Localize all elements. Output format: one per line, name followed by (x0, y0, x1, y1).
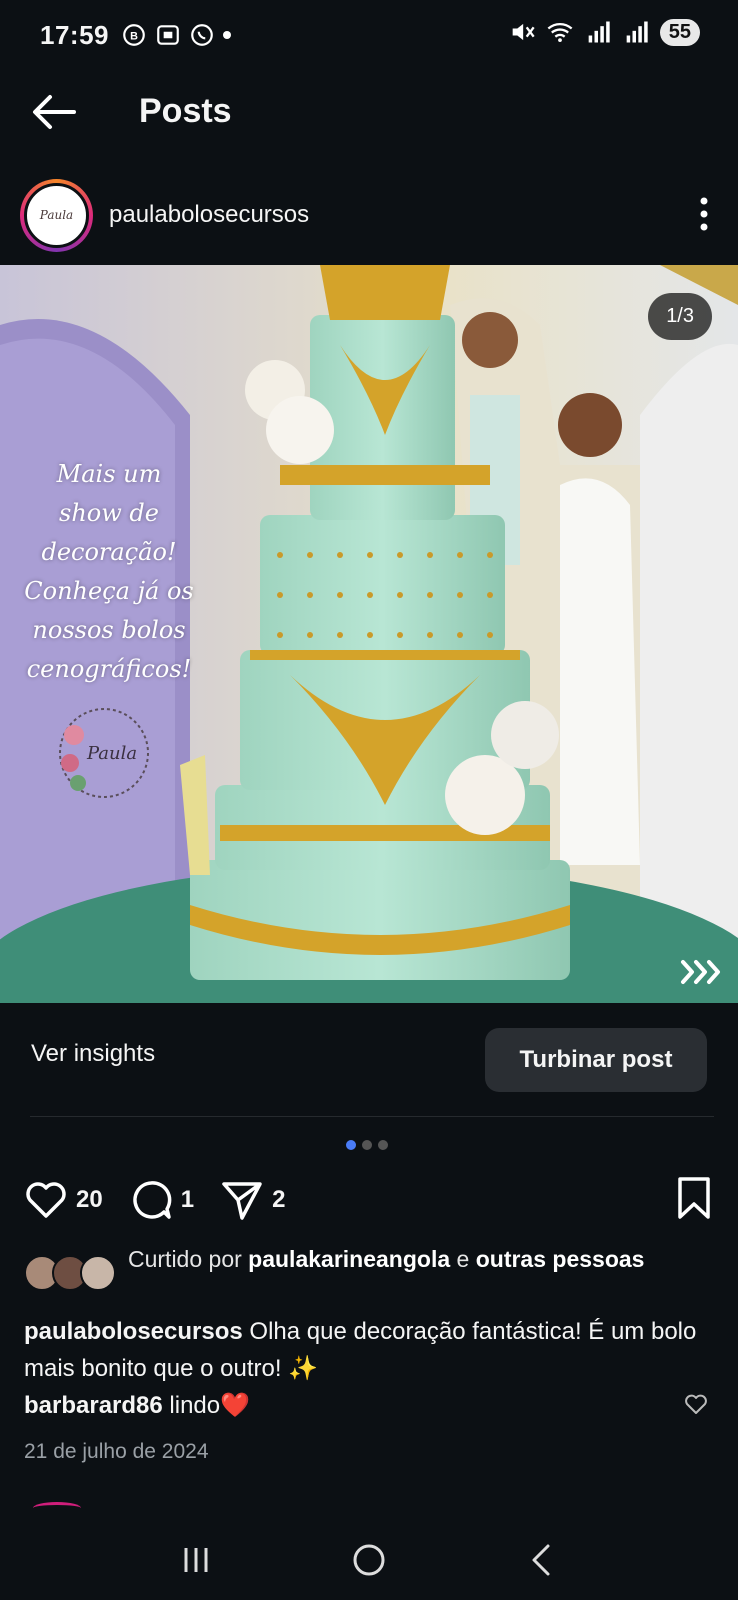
bookmark-icon[interactable] (674, 1176, 714, 1220)
image-overlay-text: Mais um show de decoração! Conheça já os… (14, 455, 204, 689)
whatsapp-business-icon: B (123, 24, 145, 46)
system-nav-bar (0, 1520, 738, 1600)
shares-count: 2 (272, 1186, 286, 1213)
more-options-icon[interactable] (698, 196, 710, 232)
avatar[interactable]: Paula (20, 178, 93, 252)
caption-username[interactable]: paulabolosecursos (24, 1318, 243, 1345)
liked-by-prefix: Curtido por (128, 1246, 249, 1272)
next-slide-chevrons-icon[interactable] (680, 959, 722, 985)
share-button[interactable]: 2 (220, 1178, 285, 1222)
liked-by-others[interactable]: outras pessoas (476, 1246, 645, 1272)
notification-dot (223, 31, 231, 39)
overlay-line: cenográficos! (26, 655, 192, 683)
divider (30, 1116, 714, 1117)
likes-count: 20 (76, 1186, 103, 1213)
comment: barbarard86 lindo❤️ (24, 1391, 250, 1420)
overlay-line: Conheça já os (24, 577, 194, 605)
whatsapp-icon (191, 24, 213, 46)
status-bar: 17:59 B 55 (0, 0, 738, 70)
liked-by-row[interactable]: Curtido por paulakarineangola e outras p… (24, 1245, 714, 1291)
comment-bubble-icon (132, 1181, 172, 1219)
comment-button[interactable]: 1 (129, 1178, 194, 1222)
back-icon[interactable] (522, 1540, 562, 1580)
post-actions: 20 1 2 (24, 1176, 714, 1224)
liked-by-user[interactable]: paulakarineangola (248, 1246, 450, 1272)
comment-text: lindo❤️ (162, 1392, 251, 1419)
post-image[interactable]: 1/3 Mais um show de decoração! Conheça j… (0, 265, 738, 1003)
screenshot-icon (157, 25, 179, 45)
carousel-dot (362, 1140, 372, 1150)
post-author-row: Paula paulabolosecursos (20, 178, 720, 252)
signal-icon (626, 21, 648, 43)
svg-text:B: B (130, 30, 138, 42)
post-date: 21 de julho de 2024 (24, 1440, 209, 1463)
view-insights-link[interactable]: Ver insights (31, 1040, 155, 1068)
carousel-dot-active (346, 1140, 356, 1150)
next-post-avatar-ring (33, 1502, 81, 1514)
carousel-counter: 1/3 (648, 293, 712, 340)
liked-by-connector: e (450, 1246, 476, 1272)
overlay-line: nossos bolos (32, 616, 186, 644)
heart-icon (26, 1182, 66, 1218)
status-time: 17:59 (40, 19, 109, 50)
mute-icon (512, 23, 535, 41)
post-username[interactable]: paulabolosecursos (109, 201, 309, 229)
liked-by-text: Curtido por paulakarineangola e outras p… (128, 1245, 714, 1274)
recent-apps-icon[interactable] (176, 1540, 216, 1580)
liked-by-avatars (24, 1255, 116, 1293)
comment-username[interactable]: barbarard86 (24, 1392, 163, 1419)
carousel-dot (378, 1140, 388, 1150)
avatar-logo-text: Paula (24, 182, 89, 248)
overlay-line: Mais um (56, 460, 162, 488)
battery-indicator: 55 (659, 18, 700, 46)
avatar (80, 1255, 116, 1291)
like-button[interactable]: 20 (24, 1178, 103, 1222)
comments-count: 1 (180, 1186, 195, 1213)
overlay-line: decoração! (41, 538, 177, 566)
back-arrow-icon[interactable] (30, 92, 76, 132)
page-title: Posts (139, 92, 232, 130)
svg-text:Paula: Paula (86, 743, 137, 764)
wifi-icon (547, 22, 573, 43)
watermark-logo: Paula (59, 708, 149, 798)
boost-post-button[interactable]: Turbinar post (485, 1028, 707, 1092)
signal-icon (588, 21, 610, 43)
overlay-line: show de (59, 499, 159, 527)
home-icon[interactable] (349, 1540, 389, 1580)
post-caption: paulabolosecursos Olha que decoração fan… (24, 1313, 724, 1387)
carousel-dots (346, 1140, 388, 1150)
page-header: Posts (0, 80, 738, 146)
comment-like-heart-icon[interactable] (684, 1393, 708, 1415)
send-icon (222, 1182, 262, 1220)
